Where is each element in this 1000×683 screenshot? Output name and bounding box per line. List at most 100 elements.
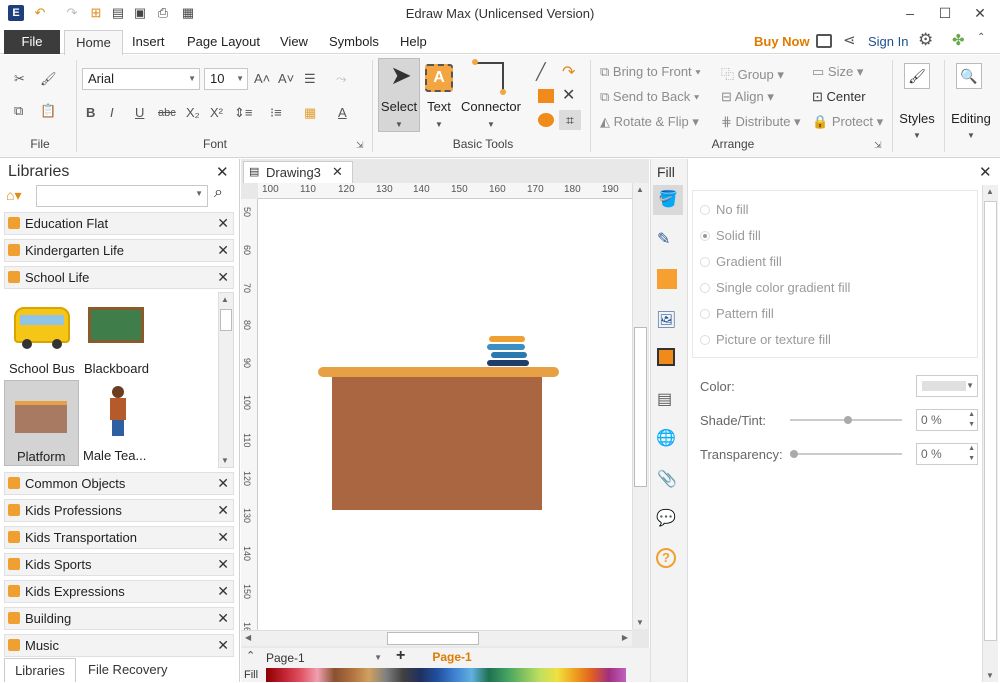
underline-button[interactable]: U bbox=[135, 104, 144, 122]
attachment-icon[interactable]: 📎 bbox=[657, 469, 677, 489]
scroll-thumb[interactable] bbox=[387, 632, 479, 645]
fill-icon[interactable]: 🪣 bbox=[653, 185, 683, 215]
superscript-button[interactable]: X² bbox=[210, 104, 223, 122]
tab-view[interactable]: View bbox=[280, 28, 308, 54]
align-button[interactable]: ⊟ Align ▾ bbox=[721, 89, 774, 105]
grow-font-icon[interactable]: A˄ bbox=[254, 70, 270, 88]
ellipse-tool-icon[interactable] bbox=[538, 113, 554, 127]
shape-school-bus[interactable]: School Bus bbox=[4, 295, 80, 377]
layers-icon[interactable] bbox=[657, 348, 675, 366]
radio-solid-fill[interactable] bbox=[700, 231, 710, 241]
text-tool-label[interactable]: Text bbox=[420, 99, 458, 114]
option-pattern-fill[interactable]: Pattern fill bbox=[716, 306, 774, 321]
library-item-building[interactable]: Building ✕ bbox=[4, 607, 234, 630]
bullets-icon[interactable]: ⁝≡ bbox=[270, 104, 282, 122]
library-item-education-flat[interactable]: Education Flat ✕ bbox=[4, 212, 234, 235]
text-tool-icon[interactable]: A bbox=[425, 64, 453, 92]
vertical-scrollbar[interactable]: ▲ ▼ bbox=[632, 183, 648, 629]
option-solid-fill[interactable]: Solid fill bbox=[716, 228, 761, 243]
font-name-select[interactable]: Arial ▼ bbox=[82, 68, 200, 90]
format-painter-icon[interactable]: 🖌 bbox=[40, 70, 57, 88]
close-icon[interactable]: ✕ bbox=[217, 267, 229, 288]
library-scrollbar[interactable]: ▲ ▼ bbox=[218, 292, 234, 468]
search-icon[interactable]: ⌕ bbox=[214, 184, 223, 202]
close-icon[interactable]: ✕ bbox=[963, 0, 997, 28]
transparency-input[interactable]: 0 % ▲ ▼ bbox=[916, 443, 978, 465]
close-icon[interactable]: ✕ bbox=[217, 635, 229, 656]
slider-thumb[interactable] bbox=[790, 450, 798, 458]
library-item-kids-expressions[interactable]: Kids Expressions ✕ bbox=[4, 580, 234, 603]
collapse-ribbon-icon[interactable]: ⌃ bbox=[977, 32, 985, 43]
option-single-color-gradient-fill[interactable]: Single color gradient fill bbox=[716, 280, 850, 295]
color-palette[interactable] bbox=[266, 668, 626, 682]
line-tool-icon[interactable]: ╱ bbox=[536, 64, 546, 82]
minimize-icon[interactable]: – bbox=[893, 0, 927, 28]
strikethrough-button[interactable]: abc bbox=[158, 104, 176, 122]
color-picker[interactable]: ▼ bbox=[916, 375, 978, 397]
tab-insert[interactable]: Insert bbox=[132, 28, 165, 54]
settings-icon[interactable]: ⚙ bbox=[918, 30, 933, 50]
page-select[interactable]: Page-1 ▼ bbox=[262, 650, 384, 666]
cut-icon[interactable]: ✂ bbox=[14, 70, 25, 88]
close-icon[interactable]: ✕ bbox=[217, 581, 229, 602]
send-to-back-button[interactable]: ⧉ Send to Back ▾ bbox=[600, 89, 699, 105]
font-dialog-launcher-icon[interactable]: ⇲ bbox=[356, 140, 364, 151]
platform-shape[interactable] bbox=[318, 367, 559, 512]
editing-icon[interactable]: 🔍 bbox=[956, 63, 982, 89]
crop-tool-icon[interactable]: ⌗ bbox=[559, 110, 581, 130]
styles-button[interactable]: Styles bbox=[894, 111, 940, 126]
books-shape[interactable] bbox=[487, 334, 531, 368]
store-icon[interactable] bbox=[816, 34, 832, 48]
align-icon[interactable]: ☰ bbox=[304, 70, 316, 88]
library-item-common-objects[interactable]: Common Objects ✕ bbox=[4, 472, 234, 495]
bold-button[interactable]: B bbox=[86, 104, 95, 122]
hyperlink-icon[interactable]: 🌐 bbox=[656, 428, 676, 448]
maximize-icon[interactable]: ☐ bbox=[928, 0, 962, 28]
libraries-close-icon[interactable]: ✕ bbox=[216, 163, 229, 181]
radio-picture-fill[interactable] bbox=[700, 335, 710, 345]
distribute-button[interactable]: ⋕ Distribute ▾ bbox=[721, 114, 801, 130]
close-icon[interactable]: ✕ bbox=[217, 608, 229, 629]
close-icon[interactable]: ✕ bbox=[217, 500, 229, 521]
connector-tool-icon[interactable] bbox=[474, 62, 504, 92]
add-page-icon[interactable]: + bbox=[396, 647, 405, 665]
option-gradient-fill[interactable]: Gradient fill bbox=[716, 254, 782, 269]
copy-icon[interactable]: ⧉ bbox=[14, 102, 23, 120]
help-icon[interactable]: ? bbox=[656, 548, 676, 568]
radio-no-fill[interactable] bbox=[700, 205, 710, 215]
library-item-school-life[interactable]: School Life ✕ bbox=[4, 266, 234, 289]
font-color-icon[interactable]: A bbox=[338, 104, 347, 122]
horizontal-scrollbar[interactable]: ◀ ▶ bbox=[241, 630, 632, 646]
close-icon[interactable]: ✕ bbox=[217, 240, 229, 261]
shape-platform[interactable]: Platform bbox=[4, 380, 79, 466]
rectangle-tool-icon[interactable] bbox=[538, 89, 554, 103]
transparency-slider[interactable] bbox=[790, 450, 902, 458]
protect-button[interactable]: 🔒 Protect ▾ bbox=[812, 114, 883, 130]
editing-button[interactable]: Editing bbox=[946, 111, 996, 126]
paste-icon[interactable]: 📋 bbox=[40, 102, 56, 120]
cross-tool-icon[interactable]: ✕ bbox=[562, 87, 575, 105]
shadow-icon[interactable] bbox=[657, 269, 677, 289]
styles-icon[interactable]: 🖌 bbox=[904, 63, 930, 89]
center-button[interactable]: ⊡ Center bbox=[812, 89, 866, 105]
fill-panel-close-icon[interactable]: ✕ bbox=[979, 163, 992, 181]
shrink-font-icon[interactable]: A˅ bbox=[278, 70, 294, 88]
fill-panel-scrollbar[interactable]: ▲ ▼ bbox=[982, 185, 998, 682]
close-icon[interactable]: ✕ bbox=[217, 213, 229, 234]
library-item-kids-transportation[interactable]: Kids Transportation ✕ bbox=[4, 526, 234, 549]
rotate-flip-button[interactable]: ◭ Rotate & Flip ▾ bbox=[600, 114, 699, 130]
close-icon[interactable]: ✕ bbox=[217, 554, 229, 575]
comment-icon[interactable]: 💬 bbox=[656, 508, 676, 528]
scroll-thumb[interactable] bbox=[984, 201, 997, 641]
file-menu-button[interactable]: File bbox=[4, 30, 60, 54]
subscript-button[interactable]: X₂ bbox=[186, 104, 200, 122]
buy-now-link[interactable]: Buy Now bbox=[754, 28, 810, 56]
radio-gradient-fill[interactable] bbox=[700, 257, 710, 267]
tab-page-layout[interactable]: Page Layout bbox=[187, 28, 260, 54]
theme-icon[interactable]: ✤ bbox=[952, 31, 965, 49]
paragraph-spacing-icon[interactable]: ⇕≡ bbox=[234, 104, 252, 122]
group-button[interactable]: ⿻ Group ▾ bbox=[721, 64, 784, 83]
page-properties-icon[interactable]: ▤ bbox=[657, 389, 672, 409]
library-search-input[interactable]: ▼ bbox=[36, 185, 208, 207]
shade-tint-slider[interactable] bbox=[790, 416, 902, 424]
